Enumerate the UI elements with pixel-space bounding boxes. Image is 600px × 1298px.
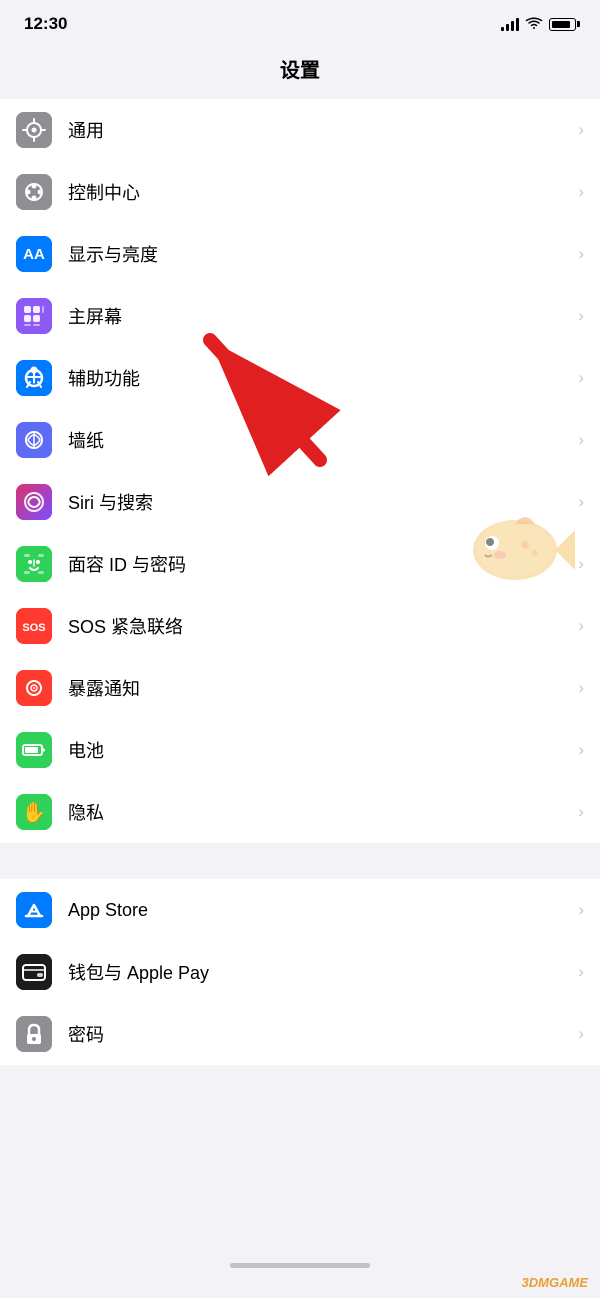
display-chevron: › <box>578 244 584 264</box>
wallet-icon <box>16 954 52 990</box>
settings-item-homescreen[interactable]: 主屏幕 › <box>0 285 600 347</box>
settings-item-wallpaper[interactable]: 墙纸 › <box>0 409 600 471</box>
display-label: 显示与亮度 <box>68 241 570 267</box>
settings-group-group2: App Store › 钱包与 Apple Pay › 密码 › <box>0 879 600 1065</box>
sos-chevron: › <box>578 616 584 636</box>
battery-label: 电池 <box>68 737 570 763</box>
wifi-icon <box>525 17 543 31</box>
siri-label: Siri 与搜索 <box>68 489 570 515</box>
settings-container: 通用›控制中心›AA显示与亮度›主屏幕›辅助功能›墙纸›Siri 与搜索›面容 … <box>0 99 600 1065</box>
control-label: 控制中心 <box>68 179 570 205</box>
wallpaper-icon <box>16 422 52 458</box>
appstore-label: App Store <box>68 900 570 921</box>
control-icon <box>16 174 52 210</box>
sos-label: SOS 紧急联络 <box>68 613 570 639</box>
settings-list-group1: 通用›控制中心›AA显示与亮度›主屏幕›辅助功能›墙纸›Siri 与搜索›面容 … <box>0 99 600 843</box>
display-icon: AA <box>16 236 52 272</box>
status-icons <box>501 17 576 31</box>
settings-item-accessibility[interactable]: 辅助功能 › <box>0 347 600 409</box>
settings-list-group2: App Store › 钱包与 Apple Pay › 密码 › <box>0 879 600 1065</box>
settings-item-sos[interactable]: SOS SOS 紧急联络 › <box>0 595 600 657</box>
settings-item-control[interactable]: 控制中心 › <box>0 161 600 223</box>
general-icon <box>16 112 52 148</box>
home-indicator <box>230 1263 370 1268</box>
exposure-label: 暴露通知 <box>68 675 570 701</box>
faceid-icon <box>16 546 52 582</box>
svg-text:SOS: SOS <box>22 622 45 634</box>
accessibility-icon <box>16 360 52 396</box>
settings-item-battery[interactable]: 电池 › <box>0 719 600 781</box>
settings-item-display[interactable]: AA 显示与亮度 › <box>0 223 600 285</box>
accessibility-label: 辅助功能 <box>68 365 570 391</box>
svg-text:✋: ✋ <box>22 800 47 824</box>
password-label: 密码 <box>68 1021 570 1047</box>
siri-icon <box>16 484 52 520</box>
control-chevron: › <box>578 182 584 202</box>
settings-group-group1: 通用›控制中心›AA显示与亮度›主屏幕›辅助功能›墙纸›Siri 与搜索›面容 … <box>0 99 600 843</box>
privacy-icon: ✋ <box>16 794 52 830</box>
settings-item-appstore[interactable]: App Store › <box>0 879 600 941</box>
appstore-icon <box>16 892 52 928</box>
battery-chevron: › <box>578 740 584 760</box>
status-bar: 12:30 <box>0 0 600 42</box>
accessibility-chevron: › <box>578 368 584 388</box>
settings-item-siri[interactable]: Siri 与搜索 › <box>0 471 600 533</box>
settings-item-privacy[interactable]: ✋ 隐私 › <box>0 781 600 843</box>
exposure-icon <box>16 670 52 706</box>
wallet-chevron: › <box>578 962 584 982</box>
settings-item-exposure[interactable]: 暴露通知 › <box>0 657 600 719</box>
watermark: 3DMGAME <box>522 1275 588 1290</box>
exposure-chevron: › <box>578 678 584 698</box>
status-time: 12:30 <box>24 14 67 34</box>
faceid-label: 面容 ID 与密码 <box>68 551 570 577</box>
signal-icon <box>501 17 519 31</box>
svg-text:AA: AA <box>23 246 45 263</box>
general-chevron: › <box>578 120 584 140</box>
homescreen-icon <box>16 298 52 334</box>
password-icon <box>16 1016 52 1052</box>
faceid-chevron: › <box>578 554 584 574</box>
battery-icon <box>16 732 52 768</box>
sos-icon: SOS <box>16 608 52 644</box>
privacy-label: 隐私 <box>68 799 570 825</box>
page-title: 设置 <box>0 54 600 83</box>
wallet-label: 钱包与 Apple Pay <box>68 959 570 985</box>
general-label: 通用 <box>68 117 570 143</box>
battery-icon <box>549 18 576 31</box>
homescreen-label: 主屏幕 <box>68 303 570 329</box>
siri-chevron: › <box>578 492 584 512</box>
appstore-chevron: › <box>578 900 584 920</box>
wallpaper-chevron: › <box>578 430 584 450</box>
privacy-chevron: › <box>578 802 584 822</box>
homescreen-chevron: › <box>578 306 584 326</box>
settings-item-wallet[interactable]: 钱包与 Apple Pay › <box>0 941 600 1003</box>
password-chevron: › <box>578 1024 584 1044</box>
page-title-bar: 设置 <box>0 42 600 99</box>
wallpaper-label: 墙纸 <box>68 427 570 453</box>
settings-item-password[interactable]: 密码 › <box>0 1003 600 1065</box>
settings-item-faceid[interactable]: 面容 ID 与密码 › <box>0 533 600 595</box>
settings-item-general[interactable]: 通用 › <box>0 99 600 161</box>
